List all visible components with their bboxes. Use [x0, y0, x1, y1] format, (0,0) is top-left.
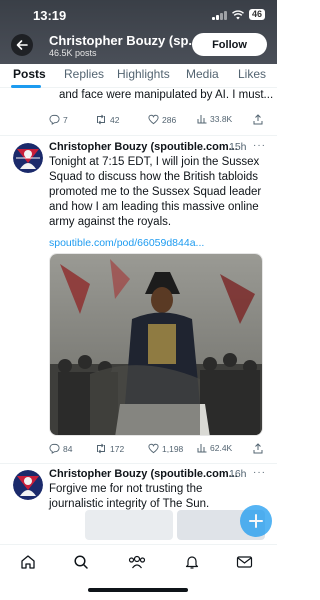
post-image[interactable]	[49, 253, 263, 436]
post-divider	[0, 463, 277, 464]
views-count: 33.8K	[210, 114, 233, 124]
repost-icon	[97, 443, 105, 454]
status-bar: 13:19 46	[0, 0, 277, 30]
views-icon	[197, 115, 207, 124]
active-tab-indicator	[11, 85, 41, 88]
repost-button[interactable]: 172	[95, 443, 124, 454]
follow-button[interactable]: Follow	[192, 33, 267, 56]
post-author[interactable]: Christopher Bouzy (spoutible.com...	[49, 141, 238, 153]
repost-count: 172	[110, 443, 125, 454]
avatar-image	[13, 143, 43, 173]
reply-count: 84	[63, 443, 73, 454]
status-time: 13:19	[33, 8, 67, 23]
repost-button[interactable]: 42	[95, 114, 119, 125]
home-indicator	[88, 588, 188, 592]
share-button[interactable]	[253, 443, 263, 454]
wifi-icon	[231, 9, 244, 19]
battery-indicator: 46	[248, 9, 265, 20]
cellular-signal-icon	[212, 10, 227, 20]
profile-header: 13:19 46 Christopher Bouzy (sp... 46.5K …	[0, 0, 277, 64]
like-count: 286	[162, 114, 177, 125]
reply-icon	[49, 443, 60, 454]
nav-messages[interactable]	[236, 554, 253, 575]
more-icon[interactable]: ···	[253, 140, 266, 151]
bottom-navigation	[0, 544, 277, 580]
preview-image-1	[85, 510, 173, 540]
post-text: Forgive me for not trusting the journali…	[49, 483, 210, 510]
back-arrow-icon	[16, 40, 28, 50]
share-button[interactable]	[253, 114, 263, 125]
like-button[interactable]: 1,198	[148, 443, 183, 454]
post-time: 15h	[229, 141, 247, 153]
tab-media[interactable]: Media	[186, 67, 219, 81]
repost-count: 42	[110, 114, 120, 125]
post-media-preview[interactable]	[85, 510, 265, 540]
views-icon	[197, 444, 207, 453]
views-button[interactable]: 62.4K	[197, 443, 232, 453]
tab-posts[interactable]: Posts	[13, 67, 46, 81]
napoleon-painting-image	[50, 254, 262, 435]
reply-icon	[49, 114, 60, 125]
back-button[interactable]	[11, 34, 33, 56]
notifications-icon	[185, 556, 199, 569]
repost-icon	[97, 114, 105, 125]
status-icons: 46	[212, 9, 265, 20]
avatar[interactable]	[13, 470, 43, 500]
tab-highlights[interactable]: Highlights	[117, 67, 170, 81]
views-count: 62.4K	[210, 443, 233, 453]
nav-notifications[interactable]	[184, 554, 200, 575]
post-text: and face were manipulated by AI. I must.…	[59, 89, 274, 101]
like-count: 1,198	[162, 443, 184, 454]
communities-icon	[128, 555, 146, 569]
home-icon	[21, 555, 35, 569]
post-time: 16h	[229, 468, 247, 480]
views-button[interactable]: 33.8K	[197, 114, 232, 124]
post-divider	[0, 135, 277, 136]
nav-home[interactable]	[20, 554, 36, 575]
avatar[interactable]	[13, 143, 43, 173]
messages-icon	[236, 556, 253, 568]
like-button[interactable]: 286	[148, 114, 176, 125]
post-actions: 7 42 286 33.8K	[49, 114, 263, 128]
like-icon	[148, 114, 159, 125]
reply-button[interactable]: 84	[49, 443, 72, 454]
post-actions: 84 172 1,198 62.4K	[49, 443, 263, 457]
more-icon[interactable]: ···	[253, 467, 266, 478]
post-link[interactable]: spoutible.com/pod/66059d844a...	[49, 237, 204, 249]
search-icon	[74, 555, 88, 569]
compose-icon	[249, 514, 263, 528]
nav-communities[interactable]	[128, 554, 146, 575]
post-author[interactable]: Christopher Bouzy (spoutible.com...	[49, 468, 238, 480]
share-icon	[253, 443, 263, 454]
post-text: Tonight at 7:15 EDT, I will join the Sus…	[49, 156, 262, 228]
compose-button[interactable]	[240, 505, 272, 537]
nav-search[interactable]	[73, 554, 89, 575]
tab-likes[interactable]: Likes	[238, 67, 266, 81]
profile-tabs: Posts Replies Highlights Media Likes	[0, 64, 277, 88]
like-icon	[148, 443, 159, 454]
reply-button[interactable]: 7	[49, 114, 68, 125]
post-count: 46.5K posts	[49, 48, 97, 58]
reply-count: 7	[63, 114, 68, 125]
profile-name: Christopher Bouzy (sp...	[49, 33, 200, 48]
avatar-image	[13, 470, 43, 500]
tab-replies[interactable]: Replies	[64, 67, 104, 81]
share-icon	[253, 114, 263, 125]
